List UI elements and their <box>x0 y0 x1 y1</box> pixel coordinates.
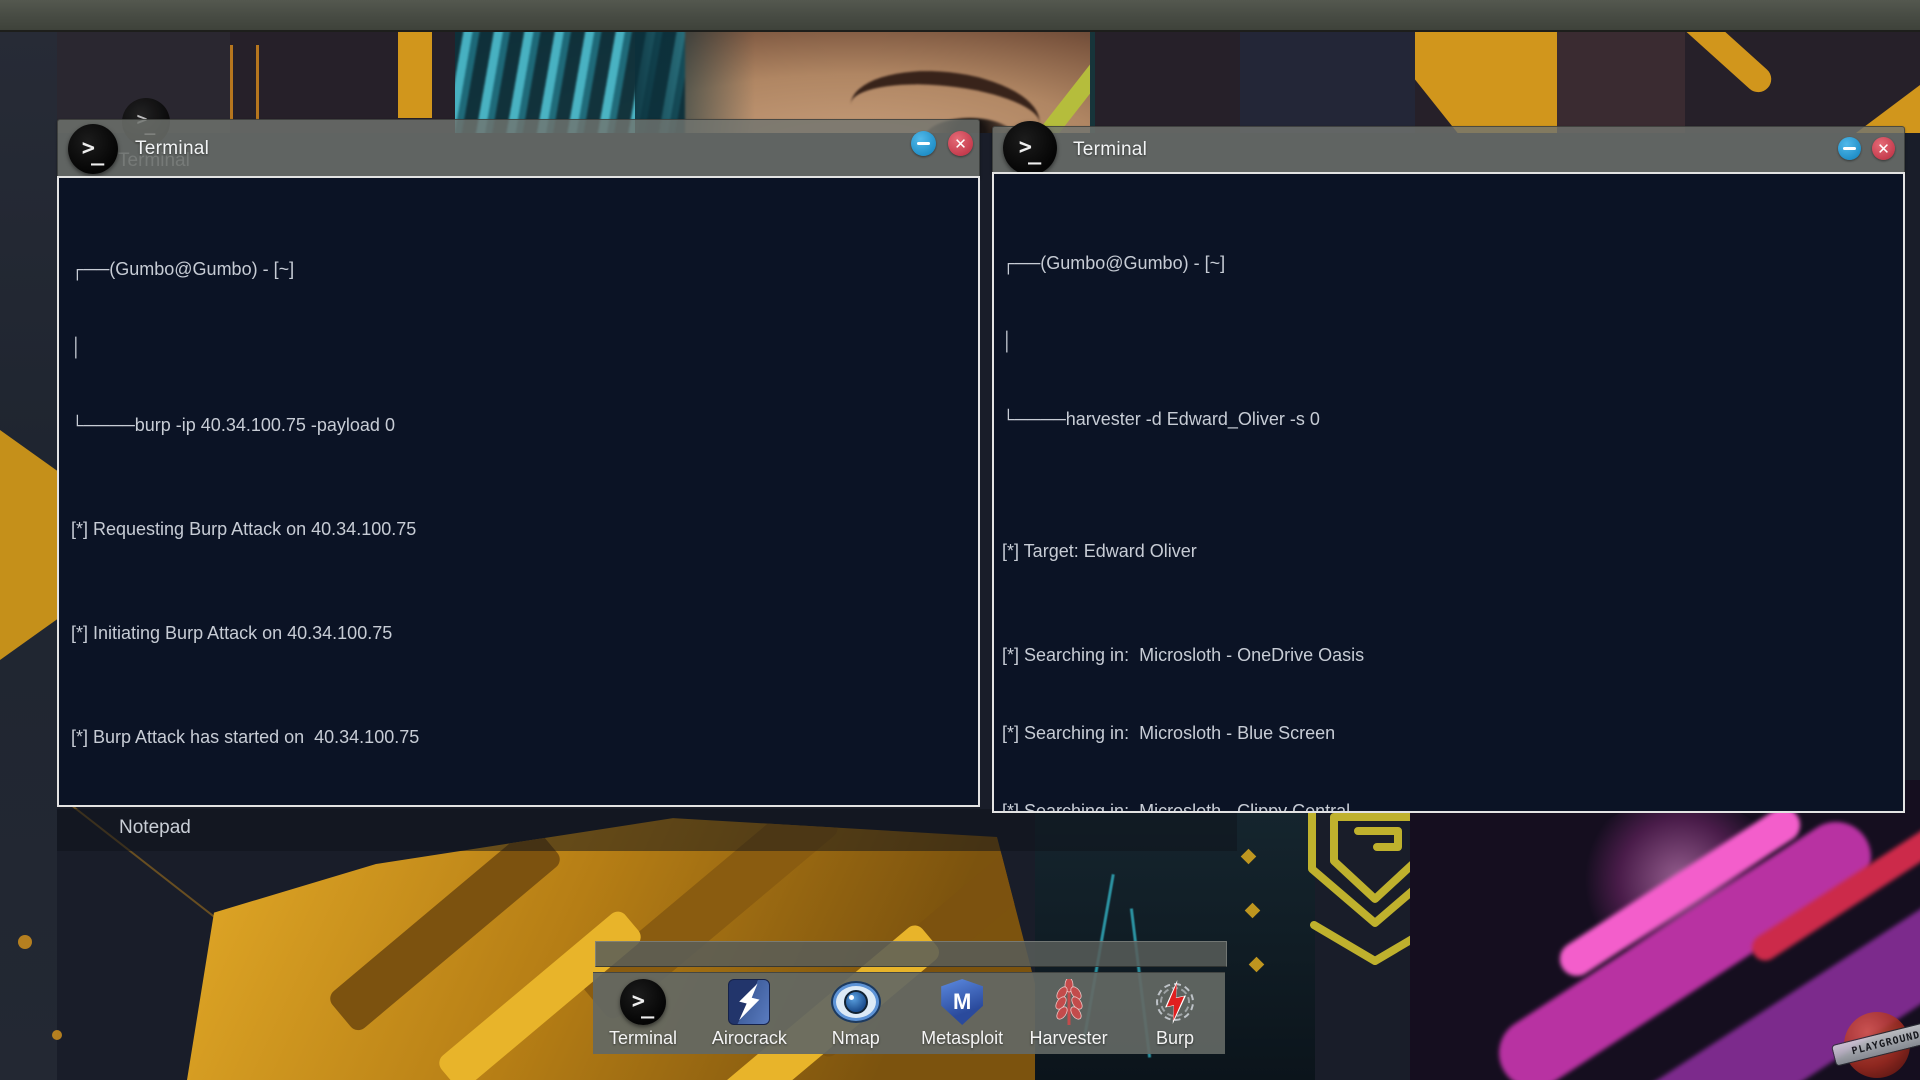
right-terminal-titlebar[interactable]: >_ Terminal ✕ <box>992 126 1905 174</box>
window-title: Terminal <box>135 138 209 160</box>
wallpaper-dot <box>52 1030 62 1040</box>
terminal-output-line: [*] Searching in: Microsloth - Clippy Ce… <box>1002 798 1893 813</box>
burp-icon <box>1152 979 1198 1025</box>
prompt-line: ┌──(Gumbo@Gumbo) - [~] <box>1002 250 1893 276</box>
dock-label: Nmap <box>832 1028 880 1049</box>
notepad-window[interactable]: Notepad <box>57 809 1237 851</box>
dock-item-harvester[interactable]: Harvester <box>1019 979 1119 1049</box>
metasploit-icon: M <box>939 979 985 1025</box>
harvester-icon <box>1046 979 1092 1025</box>
wallpaper-shape <box>1090 30 1095 133</box>
terminal-output-line: [*] Target: Edward Oliver <box>1002 538 1893 564</box>
wallpaper-shape <box>1240 30 1415 133</box>
desktop: Notepad >_ Terminal >_ Terminal ✕ ┌──(Gu… <box>0 0 1920 1080</box>
left-terminal-content[interactable]: ┌──(Gumbo@Gumbo) - [~] │ └────burp -ip 4… <box>57 176 980 807</box>
dock: >_ Terminal Airocrack Nmap M Metasploit <box>593 972 1225 1054</box>
wallpaper-face <box>455 30 1095 133</box>
prompt-line: │ <box>1002 328 1893 354</box>
right-terminal-content[interactable]: ┌──(Gumbo@Gumbo) - [~] │ └────harvester … <box>992 172 1905 813</box>
wallpaper-gold-chip <box>1245 903 1261 919</box>
close-button[interactable]: ✕ <box>948 131 973 156</box>
dock-label: Metasploit <box>921 1028 1003 1049</box>
dock-item-airocrack[interactable]: Airocrack <box>699 979 799 1049</box>
notepad-title: Notepad <box>119 817 191 839</box>
wallpaper-shape <box>256 45 259 120</box>
terminal-icon: >_ <box>68 124 118 174</box>
minimize-button[interactable] <box>911 131 936 156</box>
terminal-icon: >_ <box>620 979 666 1025</box>
terminal-window-left: >_ Terminal ✕ ┌──(Gumbo@Gumbo) - [~] │ └… <box>57 119 980 807</box>
terminal-output-line: [*] Searching in: Microsloth - OneDrive … <box>1002 642 1893 668</box>
terminal-output-line: [*] Searching in: Microsloth - Blue Scre… <box>1002 720 1893 746</box>
close-button[interactable]: ✕ <box>1872 137 1895 160</box>
wallpaper-gold-chip <box>1241 849 1257 865</box>
dock-label: Harvester <box>1030 1028 1108 1049</box>
wallpaper-dot <box>18 935 32 949</box>
wallpaper-shape <box>230 45 233 120</box>
terminal-output-line: [*] Requesting Burp Attack on 40.34.100.… <box>71 516 968 542</box>
top-panel <box>0 0 1920 32</box>
dock-item-metasploit[interactable]: M Metasploit <box>912 979 1012 1049</box>
terminal-output-line: [*] Burp Attack has started on 40.34.100… <box>71 724 968 750</box>
wallpaper-shape <box>1415 30 1557 133</box>
left-terminal-titlebar[interactable]: >_ Terminal ✕ <box>57 119 980 178</box>
terminal-window-right: >_ Terminal ✕ ┌──(Gumbo@Gumbo) - [~] │ └… <box>992 126 1905 813</box>
wallpaper-gold-chip <box>1249 957 1265 973</box>
terminal-icon: >_ <box>1003 121 1057 175</box>
wallpaper-shape <box>1557 30 1685 133</box>
dock-label: Terminal <box>609 1028 677 1049</box>
wallpaper-top-band <box>0 30 1920 133</box>
window-title: Terminal <box>1073 139 1147 161</box>
airocrack-icon <box>726 979 772 1025</box>
prompt-line: └────burp -ip 40.34.100.75 -payload 0 <box>71 412 968 438</box>
playground-watermark: PLAYGROUND <box>1838 1008 1920 1080</box>
prompt-line: │ <box>71 334 968 360</box>
dock-label: Airocrack <box>712 1028 787 1049</box>
prompt-line: ┌──(Gumbo@Gumbo) - [~] <box>71 256 968 282</box>
dock-item-terminal[interactable]: >_ Terminal <box>593 979 693 1049</box>
terminal-output-line: [*] Initiating Burp Attack on 40.34.100.… <box>71 620 968 646</box>
prompt-line: └────harvester -d Edward_Oliver -s 0 <box>1002 406 1893 432</box>
dock-item-burp[interactable]: Burp <box>1125 979 1225 1049</box>
wallpaper-shape <box>635 30 755 133</box>
wallpaper-shape <box>398 30 432 118</box>
dock-label: Burp <box>1156 1028 1194 1049</box>
minimize-button[interactable] <box>1838 137 1861 160</box>
wallpaper-shape <box>1677 30 1776 97</box>
nmap-icon <box>833 979 879 1025</box>
dock-item-nmap[interactable]: Nmap <box>806 979 906 1049</box>
dock-handle-strip <box>595 941 1227 967</box>
